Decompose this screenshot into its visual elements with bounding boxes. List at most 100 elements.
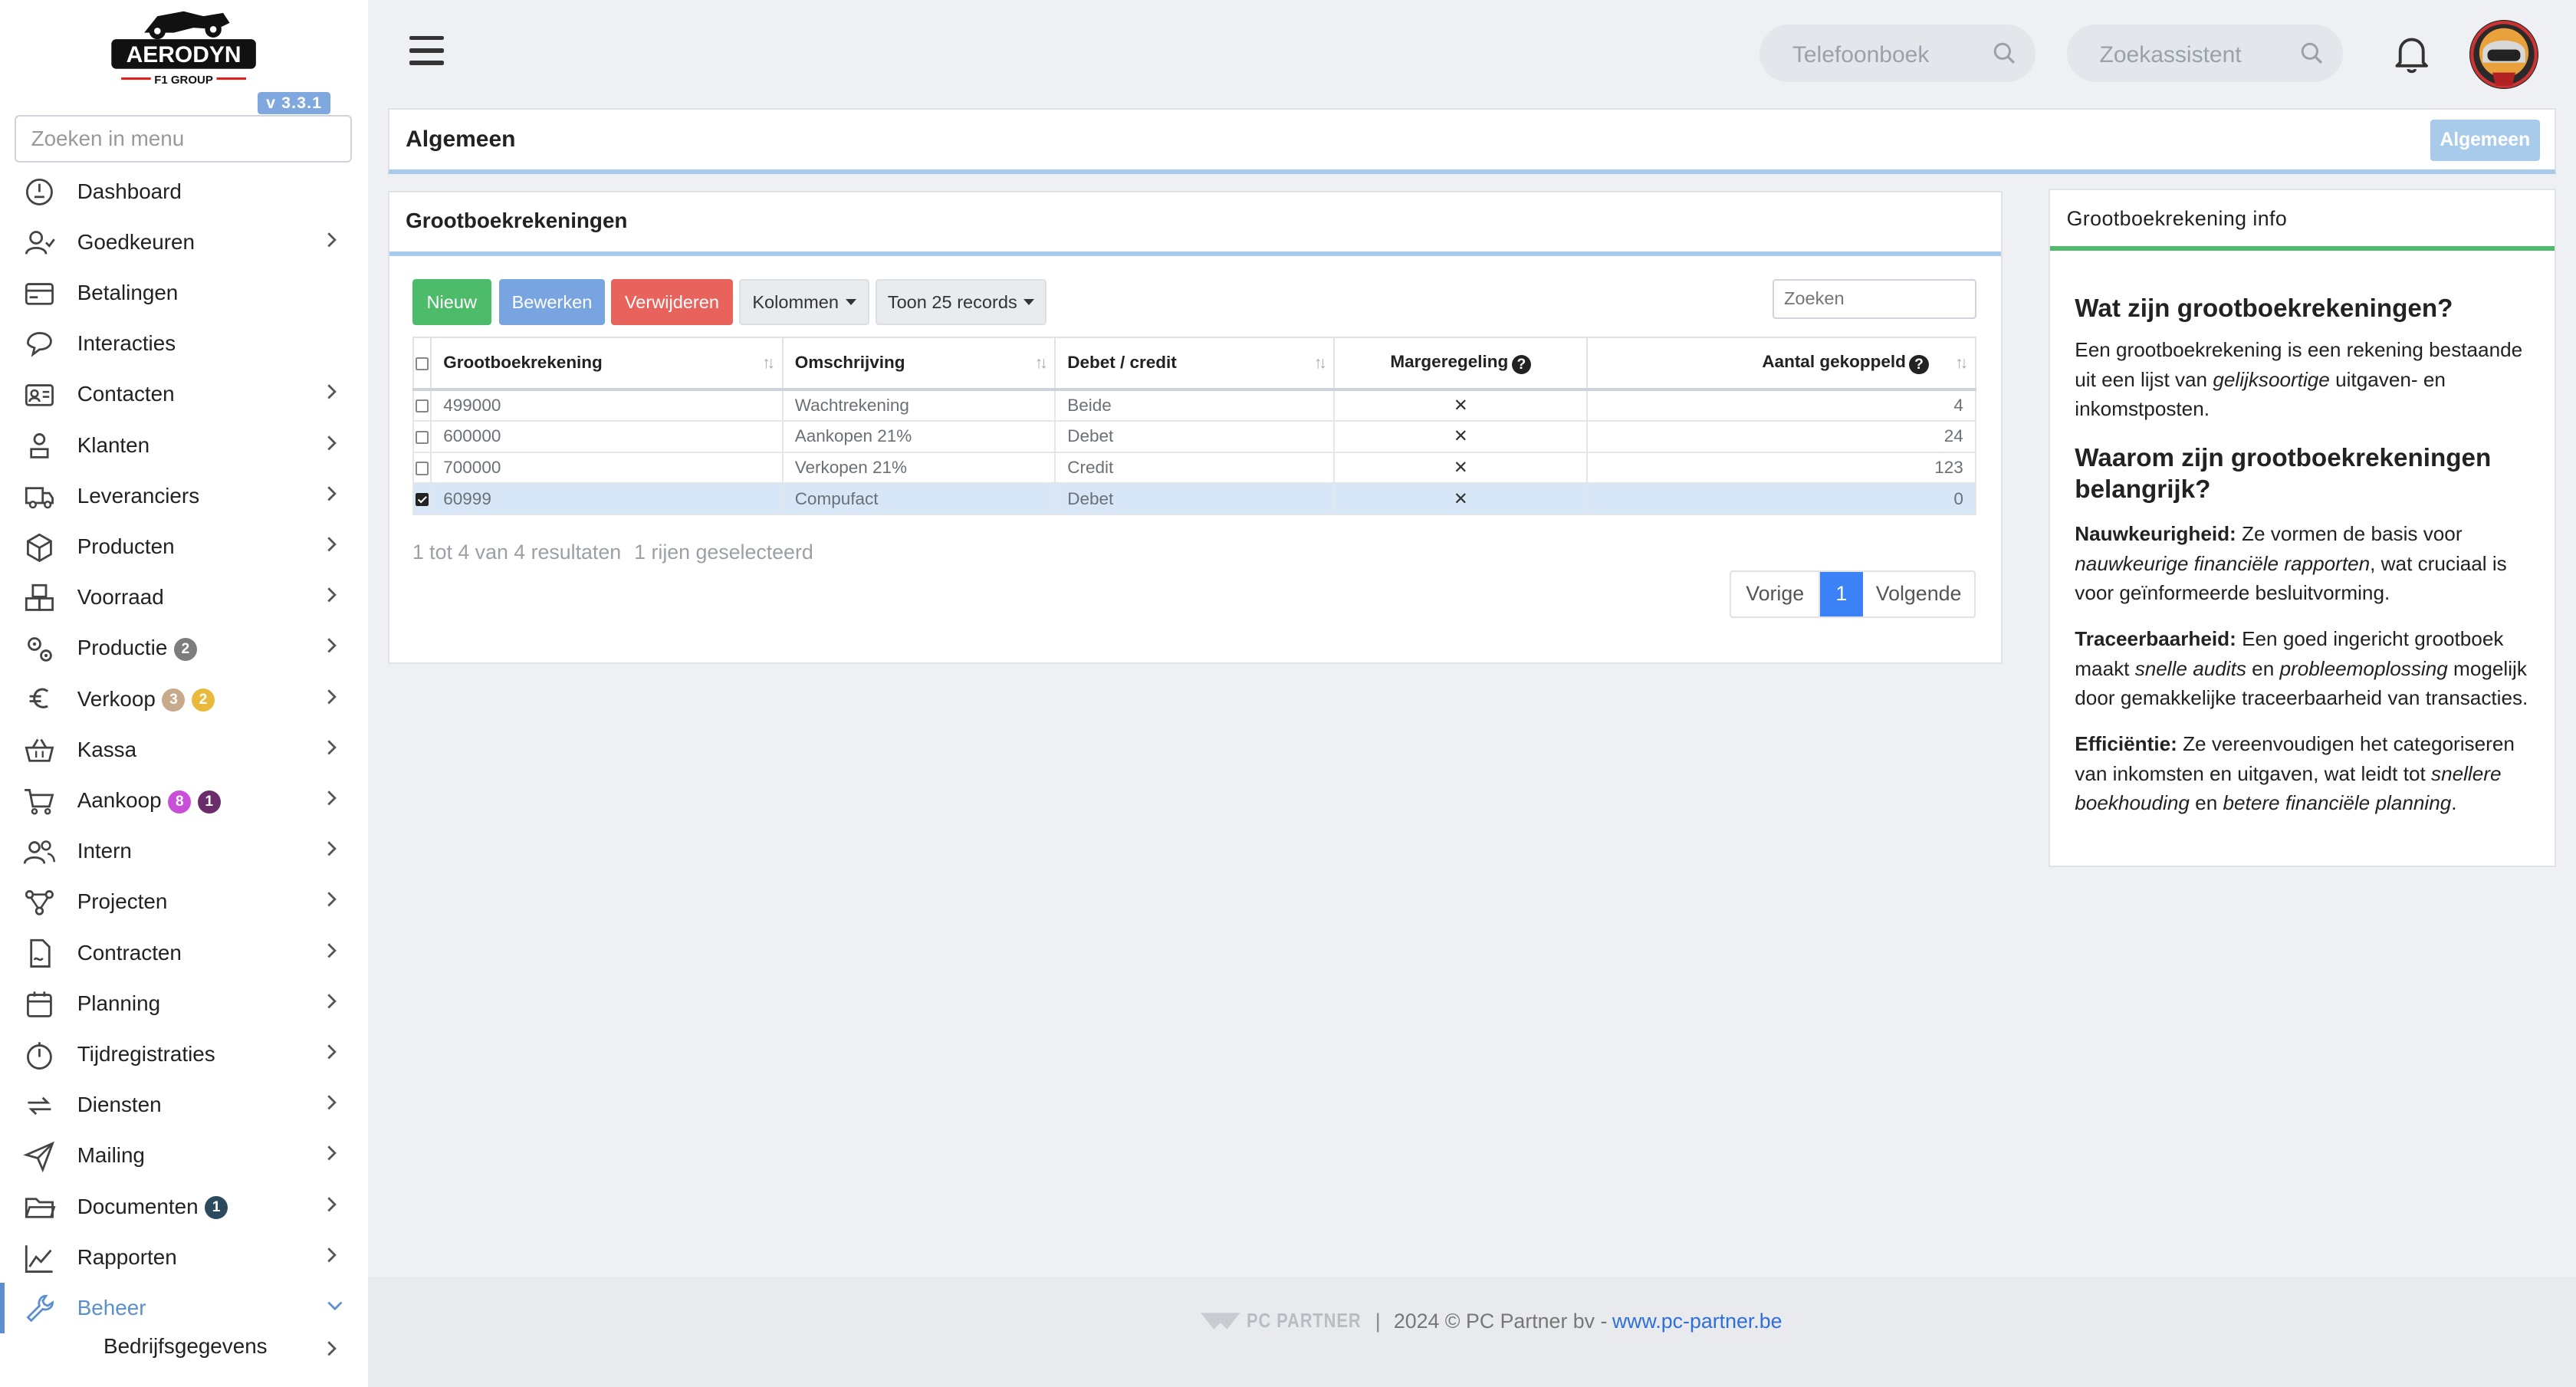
- help-icon[interactable]: ?: [1909, 354, 1929, 375]
- sidebar-item-productie[interactable]: Productie 2: [0, 623, 368, 673]
- chevron-right-icon: [325, 534, 341, 557]
- column-header-description[interactable]: Omschrijving ↑↓: [781, 337, 1056, 391]
- sidebar-item-verkoop[interactable]: Verkoop 3 2: [0, 673, 368, 724]
- wrench-icon: [23, 1293, 56, 1326]
- sidebar-item-klanten[interactable]: Klanten: [0, 419, 368, 470]
- timer-icon: [23, 1039, 56, 1072]
- sidebar-item-label: Tijdregistraties: [77, 1042, 215, 1067]
- sort-icon[interactable]: ↑↓: [1955, 353, 1968, 373]
- sidebar-subitem-bedrijfsgegevens[interactable]: Bedrijfsgegevens: [104, 1334, 268, 1359]
- sort-icon[interactable]: ↑↓: [762, 353, 775, 373]
- user-avatar[interactable]: [2469, 19, 2538, 89]
- emphasis: nauwkeurige financiële rapporten: [2075, 551, 2371, 575]
- sidebar-item-aankoop[interactable]: Aankoop 8 1: [0, 775, 368, 826]
- table-search-input[interactable]: [1773, 279, 1976, 319]
- help-icon[interactable]: ?: [1511, 354, 1532, 375]
- column-header-margin[interactable]: Margeregeling?: [1333, 337, 1589, 391]
- card-title: Grootboekrekeningen: [406, 208, 628, 232]
- cell-description: Wachtrekening: [781, 388, 1056, 422]
- table-row[interactable]: 700000 Verkopen 21% Credit ✕ 123: [412, 451, 1976, 485]
- pc-partner-logo-icon: [1201, 1313, 1240, 1330]
- chevron-right-icon: [325, 1336, 338, 1366]
- select-all-checkbox[interactable]: [415, 357, 429, 371]
- sidebar-item-label: Dashboard: [77, 179, 182, 204]
- sidebar-item-text: Aankoop: [77, 788, 162, 812]
- emphasis: gelijksoortige: [2213, 367, 2330, 391]
- sort-icon[interactable]: ↑↓: [1314, 353, 1327, 373]
- line-chart-icon: [23, 1242, 56, 1275]
- sidebar-item-beheer[interactable]: Beheer: [0, 1282, 368, 1333]
- sidebar-item-goedkeuren[interactable]: Goedkeuren: [0, 217, 368, 268]
- text-span: Ze vormen de basis voor: [2236, 522, 2463, 545]
- sidebar-item-producten[interactable]: Producten: [0, 521, 368, 572]
- bell-icon[interactable]: [2392, 33, 2431, 76]
- row-checkbox[interactable]: [415, 462, 429, 475]
- sidebar-item-projecten[interactable]: Projecten: [0, 876, 368, 927]
- column-header-account[interactable]: Grootboekrekening ↑↓: [430, 337, 784, 391]
- search-icon[interactable]: [1993, 41, 2016, 64]
- sidebar-item-diensten[interactable]: Diensten: [0, 1080, 368, 1130]
- app-root: AERODYN F1 GROUP v 3.3.1 Dashboard Goedke…: [0, 0, 2576, 1387]
- sidebar-item-mailing[interactable]: Mailing: [0, 1130, 368, 1181]
- table-row[interactable]: 499000 Wachtrekening Beide ✕ 4: [412, 388, 1976, 422]
- sidebar-item-text: Dashboard: [77, 179, 182, 203]
- table-row[interactable]: 60999 Compufact Debet ✕ 0: [412, 482, 1976, 515]
- column-header-debet-credit[interactable]: Debet / credit ↑↓: [1054, 337, 1336, 391]
- sidebar-item-contracten[interactable]: Contracten: [0, 927, 368, 978]
- columns-dropdown-button[interactable]: Kolommen: [739, 279, 869, 326]
- sidebar-item-label: Interacties: [77, 331, 176, 356]
- delete-button[interactable]: Verwijderen: [611, 279, 733, 326]
- sidebar-item-label: Projecten: [77, 889, 168, 914]
- assistant-search-input[interactable]: [2096, 25, 2300, 86]
- cell-debet-credit: Debet: [1054, 420, 1336, 453]
- text-span: en: [2189, 791, 2223, 815]
- sidebar-item-documenten[interactable]: Documenten 1: [0, 1181, 368, 1231]
- footer-content: PC PARTNER | 2024 © PC Partner bv - www.…: [1199, 1310, 1783, 1333]
- sidebar-item-rapporten[interactable]: Rapporten: [0, 1232, 368, 1283]
- column-header-linked-count[interactable]: Aantal gekoppeld? ↑↓: [1586, 337, 1976, 391]
- sidebar-item-planning[interactable]: Planning: [0, 978, 368, 1029]
- select-all-header: [412, 337, 432, 391]
- sidebar-item-label: Mailing: [77, 1143, 145, 1168]
- sort-icon[interactable]: ↑↓: [1035, 353, 1048, 373]
- sidebar-item-intern[interactable]: Intern: [0, 826, 368, 876]
- sidebar-item-voorraad[interactable]: Voorraad: [0, 572, 368, 623]
- table-row[interactable]: 600000 Aankopen 21% Debet ✕ 24: [412, 420, 1976, 453]
- emphasis: probleemoplossing: [2279, 656, 2448, 680]
- edit-button[interactable]: Bewerken: [499, 279, 605, 326]
- sidebar-item-kassa[interactable]: Kassa: [0, 725, 368, 775]
- aerodyn-logo[interactable]: AERODYN F1 GROUP: [108, 3, 259, 88]
- row-checkbox[interactable]: [415, 430, 429, 445]
- sidebar-item-interacties[interactable]: Interacties: [0, 318, 368, 369]
- next-page-button[interactable]: Volgende: [1863, 572, 1975, 616]
- sidebar-item-text: Contracten: [77, 940, 182, 965]
- phonebook-search-input[interactable]: [1789, 25, 1993, 86]
- search-icon[interactable]: [2300, 41, 2323, 64]
- page-size-dropdown-button[interactable]: Toon 25 records: [876, 279, 1046, 326]
- footer-website-link[interactable]: www.pc-partner.be: [1612, 1310, 1783, 1333]
- algemeen-button[interactable]: Algemeen: [2430, 120, 2540, 161]
- row-checkbox[interactable]: [415, 493, 429, 507]
- hamburger-bar: [409, 36, 444, 41]
- menu-search-input[interactable]: [15, 115, 352, 163]
- sidebar-item-label: Verkoop 3 2: [77, 687, 215, 712]
- sidebar-item-contacten[interactable]: Contacten: [0, 369, 368, 419]
- chevron-down-icon: [325, 1296, 343, 1319]
- page-1-button[interactable]: 1: [1819, 571, 1863, 616]
- sidebar-item-tijdregistraties[interactable]: Tijdregistraties: [0, 1029, 368, 1080]
- sidebar-item-dashboard[interactable]: Dashboard: [0, 166, 368, 216]
- sidebar-item-text: Documenten: [77, 1194, 199, 1218]
- sidebar-item-betalingen[interactable]: Betalingen: [0, 268, 368, 318]
- sidebar-item-leveranciers[interactable]: Leveranciers: [0, 471, 368, 521]
- page-title: Algemeen: [406, 126, 516, 152]
- hamburger-menu-button[interactable]: [409, 36, 444, 69]
- new-button[interactable]: Nieuw: [412, 279, 491, 326]
- info-card-header: Grootboekrekening info: [2050, 190, 2555, 251]
- sidebar-item-text: Contacten: [77, 382, 175, 406]
- selected-info: 1 rijen geselecteerd: [634, 541, 813, 564]
- chevron-right-icon: [325, 230, 341, 253]
- prev-page-button[interactable]: Vorige: [1731, 571, 1820, 616]
- row-checkbox[interactable]: [415, 399, 429, 413]
- sidebar-item-label: Planning: [77, 991, 160, 1016]
- info-heading-what: Wat zijn grootboekrekeningen?: [2075, 294, 2453, 324]
